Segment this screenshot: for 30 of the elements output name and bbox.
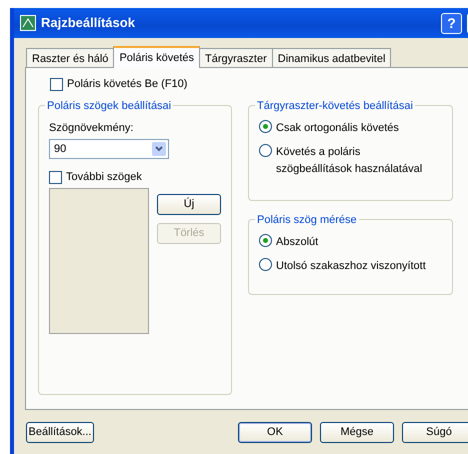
checkbox-label: További szögek xyxy=(66,170,142,185)
group-title: Poláris szögek beállításai xyxy=(45,98,174,114)
tab[interactable]: Dinamikus adatbevitel xyxy=(272,48,392,67)
dialog-button[interactable]: Mégse xyxy=(320,422,394,443)
new-button[interactable]: Új xyxy=(157,194,221,214)
dialog-button[interactable]: OK xyxy=(238,422,312,443)
radio-button[interactable] xyxy=(259,234,272,246)
group-title: Poláris szög mérése xyxy=(255,212,359,228)
radio-button[interactable] xyxy=(259,120,272,132)
checkbox[interactable] xyxy=(50,78,63,91)
tab[interactable]: Raszter és háló xyxy=(26,48,114,67)
settings-button[interactable]: Beállítások... xyxy=(26,422,94,443)
radio-button[interactable] xyxy=(259,258,272,271)
radio-label: Csak ortogonális követés xyxy=(276,120,399,136)
tab[interactable]: Poláris követés xyxy=(113,46,200,68)
checkbox[interactable] xyxy=(49,170,62,184)
tab[interactable]: Tárgyraszter xyxy=(199,48,273,67)
app-icon xyxy=(20,15,36,31)
checkbox-label: Poláris követés Be (F10) xyxy=(67,77,188,92)
group-title: Tárgyraszter-követés beállításai xyxy=(255,98,415,114)
field-label: Szögnövekmény: xyxy=(49,120,134,136)
chevron-icon xyxy=(152,142,166,156)
help-button[interactable]: ? xyxy=(441,12,462,34)
window-title: Rajzbeállítások xyxy=(41,14,136,32)
dialog-button[interactable]: Súgó xyxy=(402,422,468,443)
radio-button[interactable] xyxy=(259,144,272,157)
dropdown-field[interactable]: 90 xyxy=(49,139,169,159)
radio-label: Követés a poláris szögbeállítások használatával xyxy=(276,145,424,176)
radio-label: Utolsó szakaszhoz viszonyított xyxy=(276,259,426,274)
radio-label: Abszolút xyxy=(276,234,318,250)
